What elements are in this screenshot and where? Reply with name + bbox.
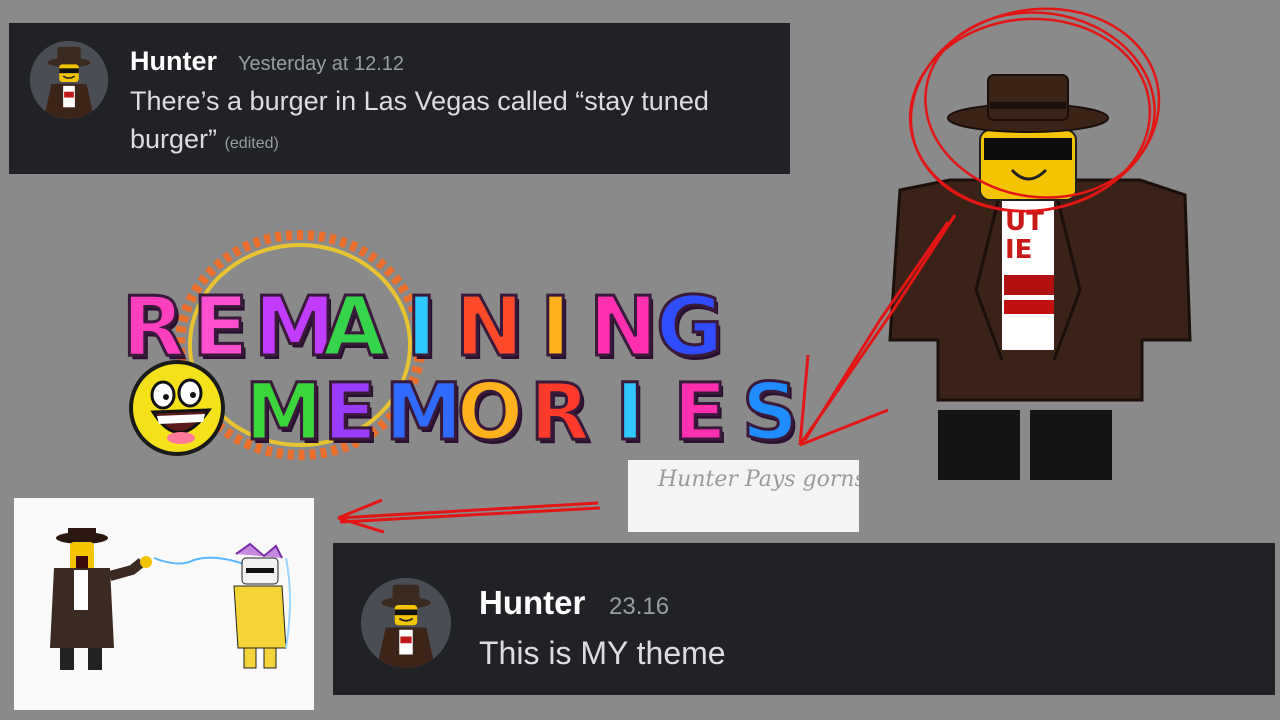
logo-line-2: M E M O R I E S <box>244 367 805 460</box>
logo-letter: O <box>455 367 524 460</box>
handwritten-note: Hunter Pays gorns <box>628 460 859 532</box>
logo-letter: N <box>454 279 526 377</box>
avatar-character-icon <box>30 41 108 119</box>
logo-letter: G <box>655 279 725 377</box>
logo-letter: M <box>244 367 325 460</box>
message-author[interactable]: Hunter <box>130 46 217 77</box>
note-drawing: Hunter Pays gorns <box>657 467 859 492</box>
logo-letter: E <box>322 367 378 460</box>
comic-drawing <box>50 528 291 670</box>
note-text: Hunter Pays gorns <box>657 467 859 492</box>
logo-letter: M <box>253 279 338 377</box>
message-body: There’s a burger in Las Vegas called “st… <box>130 86 709 154</box>
message-text: There’s a burger in Las Vegas called “st… <box>130 83 770 159</box>
message-top: Hunter Yesterday at 12.12 There’s a burg… <box>9 23 790 174</box>
arrow-to-comic-icon <box>337 498 601 534</box>
logo-letter: E <box>672 367 728 460</box>
message-body: This is MY theme <box>479 635 726 671</box>
logo-letter: I <box>539 279 573 377</box>
edited-label: (edited) <box>224 134 279 152</box>
logo-line-1: R E M A I N I N G <box>120 279 725 377</box>
comic-panel <box>14 498 314 710</box>
message-timestamp: Yesterday at 12.12 <box>238 53 405 75</box>
svg-text:IE: IE <box>1005 235 1032 265</box>
logo-letter: S <box>740 367 799 460</box>
remaining-memories-logo: R E M A I N I N G M E M O R I E S <box>115 230 800 470</box>
logo-letter: I <box>405 279 439 377</box>
svg-text:UT: UT <box>1005 207 1044 237</box>
message-timestamp: 23.16 <box>609 593 670 620</box>
logo-letter: E <box>191 279 250 377</box>
logo-letter: R <box>528 367 591 460</box>
avatar[interactable] <box>30 41 108 119</box>
logo-letter: I <box>614 367 646 460</box>
logo-letter: M <box>384 367 465 460</box>
avatar-character-icon <box>361 578 451 668</box>
message-author[interactable]: Hunter <box>479 584 585 622</box>
avatar[interactable] <box>361 578 451 668</box>
logo-letter: A <box>321 279 387 377</box>
roblox-character-illustration: UT IE <box>888 74 1192 480</box>
logo-letter: N <box>588 279 660 377</box>
logo-letter: R <box>120 279 186 377</box>
message-bottom: Hunter 23.16 This is MY theme <box>333 543 1275 695</box>
